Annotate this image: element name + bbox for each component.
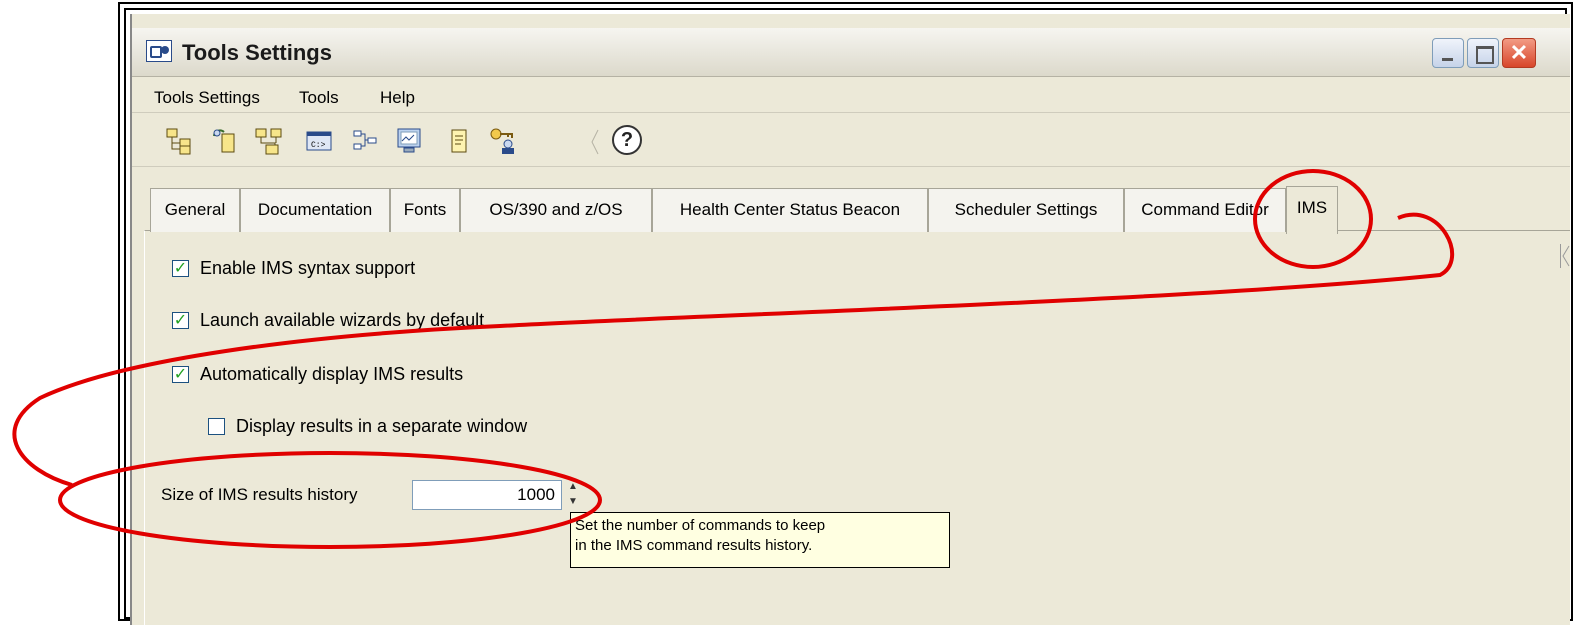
toolbar-separator xyxy=(591,129,599,155)
tab-os390-zos[interactable]: OS/390 and z/OS xyxy=(460,188,652,232)
tab-health-center[interactable]: Health Center Status Beacon xyxy=(652,188,928,232)
tab-documentation[interactable]: Documentation xyxy=(240,188,390,232)
tab-general[interactable]: General xyxy=(150,188,240,232)
maximize-button[interactable] xyxy=(1467,38,1499,68)
history-size-spinner[interactable]: ▲ ▼ xyxy=(565,480,581,510)
close-button[interactable]: ✕ xyxy=(1502,38,1536,68)
auto-display-checkbox[interactable]: ✓ xyxy=(172,366,189,383)
tab-fonts[interactable]: Fonts xyxy=(390,188,460,232)
flow-icon[interactable] xyxy=(350,126,380,156)
close-icon: ✕ xyxy=(1509,40,1529,65)
network-icon[interactable] xyxy=(254,126,284,156)
spinner-down-icon[interactable]: ▼ xyxy=(565,495,581,509)
spinner-up-icon[interactable]: ▲ xyxy=(565,480,581,494)
help-icon[interactable]: ? xyxy=(612,125,642,155)
separate-window-checkbox[interactable]: ✓ xyxy=(208,418,225,435)
svg-text:C:>: C:> xyxy=(311,141,326,150)
minimize-button[interactable] xyxy=(1432,38,1464,68)
separate-window-label: Display results in a separate window xyxy=(236,416,528,436)
tab-command-editor[interactable]: Command Editor xyxy=(1124,188,1286,232)
toolbar: C:> ? xyxy=(132,116,1570,268)
key-user-icon[interactable] xyxy=(488,126,518,156)
menu-help[interactable]: Help xyxy=(380,88,415,108)
notes-icon[interactable] xyxy=(444,126,474,156)
menu-tools-settings[interactable]: Tools Settings xyxy=(154,88,260,108)
tools-settings-window: Tools Settings ✕ Tools Settings Tools He… xyxy=(130,14,1570,625)
history-size-input[interactable]: 1000 xyxy=(412,480,562,510)
tooltip-line-2: in the IMS command results history. xyxy=(575,537,813,554)
enable-syntax-label: Enable IMS syntax support xyxy=(200,258,416,278)
app-icon xyxy=(146,40,172,62)
launch-wizards-label: Launch available wizards by default xyxy=(200,310,485,330)
enable-syntax-checkbox[interactable]: ✓ xyxy=(172,260,189,277)
launch-wizards-checkbox[interactable]: ✓ xyxy=(172,312,189,329)
tree-icon[interactable] xyxy=(164,126,194,156)
configure-icon[interactable] xyxy=(210,126,240,156)
title-bar[interactable]: Tools Settings ✕ xyxy=(132,28,1570,77)
menu-tools[interactable]: Tools xyxy=(299,88,339,108)
monitor-icon[interactable] xyxy=(394,126,424,156)
auto-display-label: Automatically display IMS results xyxy=(200,364,464,384)
tooltip-line-1: Set the number of commands to keep xyxy=(575,517,826,534)
command-icon[interactable]: C:> xyxy=(304,126,334,156)
tab-ims[interactable]: IMS xyxy=(1286,186,1338,234)
menu-bar: Tools Settings Tools Help xyxy=(132,82,1570,113)
window-title: Tools Settings xyxy=(182,40,332,65)
tab-scheduler-settings[interactable]: Scheduler Settings xyxy=(928,188,1124,232)
history-size-tooltip: Set the number of commands to keep in th… xyxy=(570,512,950,568)
history-size-label: Size of IMS results history xyxy=(161,485,358,504)
